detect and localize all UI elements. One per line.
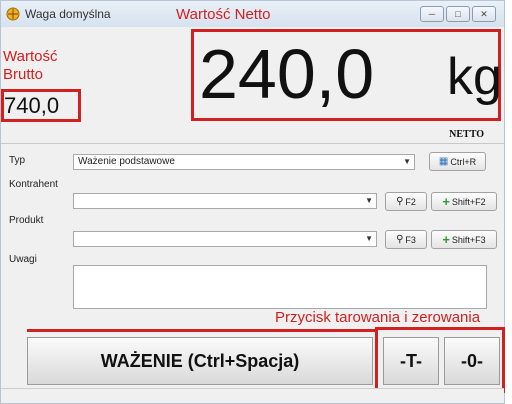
tare-button-label: -T- xyxy=(400,350,422,371)
edit-icon: ▦ xyxy=(438,156,449,167)
plus-icon: + xyxy=(442,232,450,247)
typ-select[interactable]: Ważenie podstawowe ▼ xyxy=(73,154,415,170)
kontrahent-add-button[interactable]: + Shift+F2 xyxy=(431,192,497,211)
tare-button[interactable]: -T- xyxy=(383,337,439,385)
minimize-icon: ─ xyxy=(428,9,436,19)
kontrahent-search-button[interactable]: ⚲ F2 xyxy=(385,192,427,211)
weigh-button[interactable]: WAŻENIE (Ctrl+Spacja) xyxy=(27,337,373,385)
kontrahent-label: Kontrahent xyxy=(9,179,58,190)
chevron-down-icon: ▼ xyxy=(403,157,411,166)
plus-icon: + xyxy=(442,194,450,209)
weigh-button-highlight xyxy=(27,329,377,333)
brutto-annotation-line2: Brutto xyxy=(3,66,44,83)
produkt-select[interactable]: ▼ xyxy=(73,231,377,247)
kontrahent-search-label: F2 xyxy=(405,196,416,207)
tare-zero-annotation: Przycisk tarowania i zerowania xyxy=(275,309,481,326)
kontrahent-add-label: Shift+F2 xyxy=(451,196,486,207)
brutto-annotation-line1: Wartość xyxy=(3,48,58,65)
produkt-label: Produkt xyxy=(9,215,44,226)
produkt-search-button[interactable]: ⚲ F3 xyxy=(385,230,427,249)
divider xyxy=(1,143,504,144)
netto-annotation: Wartość Netto xyxy=(176,6,271,23)
typ-label: Typ xyxy=(9,155,26,166)
weighing-window: Waga domyślna ─ □ ✕ Wartość Netto Wartoś… xyxy=(0,0,505,404)
zero-button-label: -0- xyxy=(461,350,483,371)
search-icon: ⚲ xyxy=(396,234,404,245)
search-icon: ⚲ xyxy=(396,196,404,207)
mode-indicator: NETTO xyxy=(449,129,484,140)
produkt-search-label: F3 xyxy=(405,234,416,245)
netto-value: 240,0 xyxy=(199,35,375,113)
chevron-down-icon: ▼ xyxy=(365,234,373,243)
uwagi-label: Uwagi xyxy=(9,254,37,265)
weigh-button-label: WAŻENIE (Ctrl+Spacja) xyxy=(100,350,300,371)
minimize-button[interactable]: ─ xyxy=(420,6,444,22)
unit-label: kg xyxy=(447,48,502,106)
typ-settings-button[interactable]: ▦ Ctrl+R xyxy=(429,152,486,171)
brutto-value: 740,0 xyxy=(4,93,60,118)
kontrahent-select[interactable]: ▼ xyxy=(73,193,377,209)
uwagi-textarea[interactable] xyxy=(73,265,487,309)
zero-button[interactable]: -0- xyxy=(444,337,500,385)
close-icon: ✕ xyxy=(480,8,488,19)
maximize-icon: □ xyxy=(455,9,461,19)
window-title: Waga domyślna xyxy=(25,7,111,21)
chevron-down-icon: ▼ xyxy=(365,196,373,205)
produkt-add-label: Shift+F3 xyxy=(451,234,486,245)
close-button[interactable]: ✕ xyxy=(472,6,496,22)
produkt-add-button[interactable]: + Shift+F3 xyxy=(431,230,497,249)
maximize-button[interactable]: □ xyxy=(446,6,470,22)
scale-icon xyxy=(6,7,20,21)
typ-select-value: Ważenie podstawowe xyxy=(78,156,175,167)
typ-shortcut-label: Ctrl+R xyxy=(450,156,477,167)
status-bar xyxy=(1,388,504,403)
